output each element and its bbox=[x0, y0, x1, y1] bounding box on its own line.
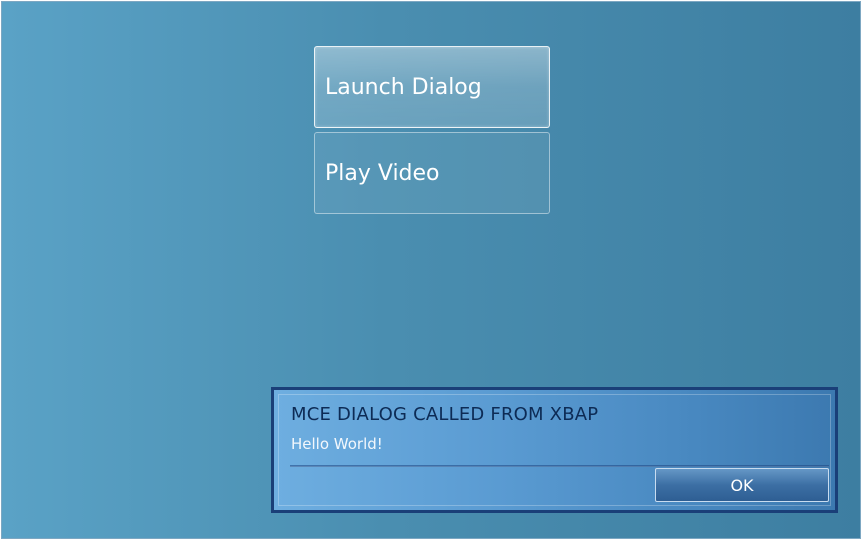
ok-button[interactable]: OK bbox=[655, 468, 829, 502]
play-video-label: Play Video bbox=[325, 160, 440, 186]
dialog-title: MCE DIALOG CALLED FROM XBAP bbox=[291, 404, 599, 425]
launch-dialog-label: Launch Dialog bbox=[325, 74, 482, 100]
dialog-divider bbox=[290, 465, 829, 467]
mce-dialog: MCE DIALOG CALLED FROM XBAP Hello World!… bbox=[271, 387, 838, 513]
ok-button-label: OK bbox=[730, 475, 754, 495]
dialog-message: Hello World! bbox=[291, 435, 383, 453]
play-video-button[interactable]: Play Video bbox=[314, 132, 550, 214]
launch-dialog-button[interactable]: Launch Dialog bbox=[314, 46, 550, 128]
